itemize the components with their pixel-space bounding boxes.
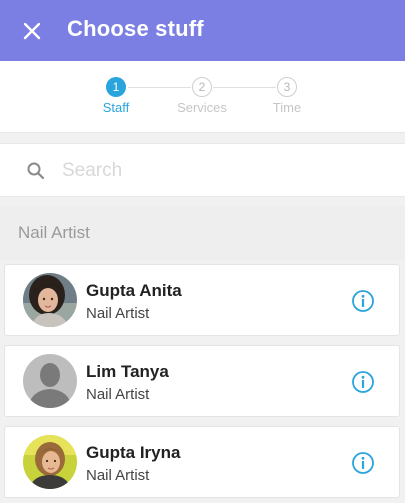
staff-name: Lim Tanya [86,362,169,381]
search-input[interactable] [62,156,382,186]
step-label: Services [177,100,227,115]
step-number-badge: 2 [192,77,212,97]
close-icon [23,22,41,40]
section-header: Nail Artist [0,206,405,260]
info-icon[interactable] [351,451,375,475]
page-title: Choose stuff [67,16,204,41]
step-services[interactable]: 2 Services [172,77,232,115]
search-icon [27,162,45,180]
step-label: Staff [102,100,130,115]
info-icon[interactable] [351,289,375,313]
default-person-avatar [23,354,77,408]
step-staff[interactable]: 1 Staff [86,77,146,115]
info-icon[interactable] [351,370,375,394]
section-title: Nail Artist [18,223,90,242]
step-time[interactable]: 3 Time [257,77,317,115]
photo-woman-dark-hair [23,273,77,327]
staff-role: Nail Artist [86,386,150,403]
photo-woman-light-hair [23,435,77,489]
close-button[interactable] [18,17,46,45]
step-number-badge: 3 [277,77,297,97]
search-bar [0,143,405,197]
step-label: Time [272,100,302,115]
staff-name: Gupta Iryna [86,443,181,462]
avatar [23,435,77,489]
staff-card[interactable]: Gupta Iryna Nail Artist [4,426,400,498]
avatar [23,273,77,327]
staff-name: Gupta Anita [86,281,182,300]
top-app-bar: Choose stuff [0,0,405,61]
staff-card[interactable]: Lim Tanya Nail Artist [4,345,400,417]
app-root: Choose stuff 1 Staff 2 Services 3 Time N… [0,0,405,503]
step-number-badge: 1 [106,77,126,97]
avatar [23,354,77,408]
staff-card[interactable]: Gupta Anita Nail Artist [4,264,400,336]
staff-role: Nail Artist [86,305,150,322]
staff-role: Nail Artist [86,467,150,484]
